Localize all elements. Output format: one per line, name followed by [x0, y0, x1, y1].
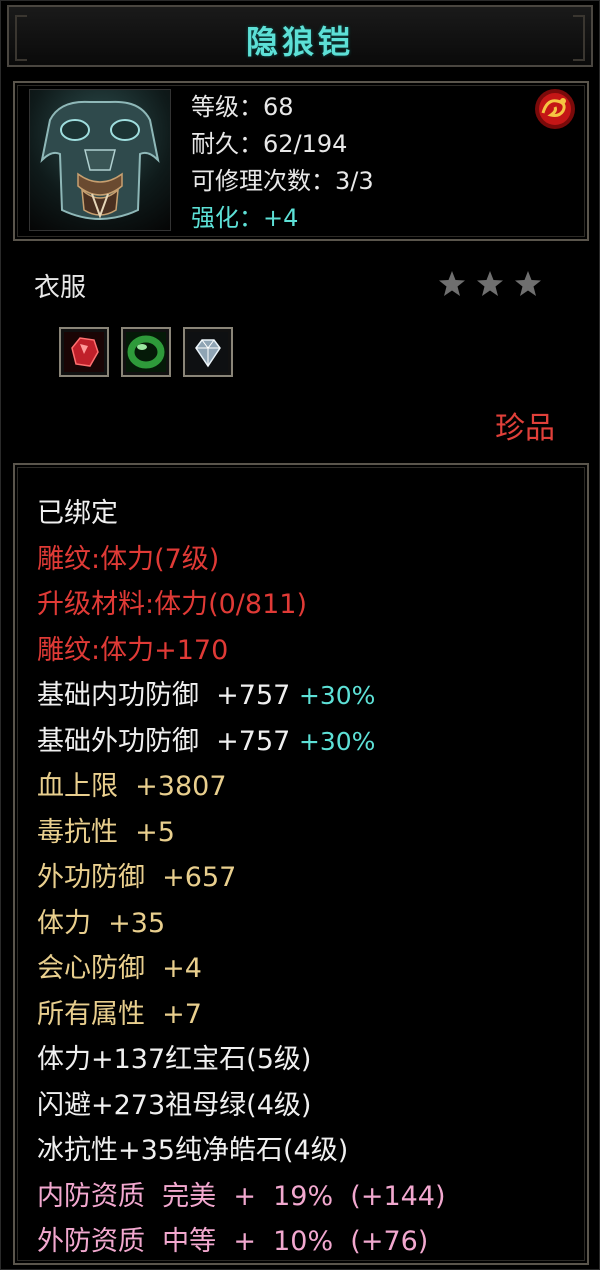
- diamond-icon: [188, 332, 228, 372]
- star-icon: [477, 271, 503, 296]
- gem-line-emerald: 闪避+273祖母绿(4级): [37, 1089, 312, 1121]
- crit-defense-line: 会心防御 +4: [37, 953, 202, 984]
- bound-status: 已绑定: [37, 498, 118, 529]
- emerald-icon: [126, 332, 166, 372]
- base-outer-defense-text: 基础外功防御 +757: [37, 725, 291, 757]
- engrave-bonus-line: 雕纹:体力+170: [37, 634, 229, 666]
- repair-count-text: 可修理次数：3/3: [191, 167, 374, 195]
- gem-line-ruby: 体力+137红宝石(5级): [37, 1044, 312, 1075]
- hp-max-line: 血上限 +3807: [37, 771, 227, 802]
- base-inner-defense-text: 基础内功防御 +757: [37, 680, 291, 711]
- level-text: 等级：68: [191, 93, 294, 121]
- item-header-panel: 等级：68 耐久：62/194 可修理次数：3/3 强化：+4: [13, 81, 589, 241]
- base-inner-defense-pct: +30%: [298, 681, 376, 710]
- star-rating: [437, 269, 543, 299]
- base-outer-defense-line: 基础外功防御 +757 +30%: [37, 719, 446, 765]
- star-icon: [439, 271, 465, 296]
- outer-defense-line: 外功防御 +657: [37, 862, 237, 893]
- item-stats: 等级：68 耐久：62/194 可修理次数：3/3 强化：+4: [191, 89, 374, 237]
- inner-quality-line: 内防资质 完美 + 19% (+144): [37, 1180, 446, 1212]
- attribute-panel: 已绑定 雕纹:体力(7级) 升级材料:体力(0/811) 雕纹:体力+170 基…: [13, 463, 589, 1265]
- item-name: 隐狼铠: [245, 23, 354, 61]
- all-attributes-line: 所有属性 +7: [37, 998, 202, 1030]
- attribute-list: 已绑定 雕纹:体力(7级) 升级材料:体力(0/811) 雕纹:体力+170 基…: [37, 491, 446, 1265]
- poison-res-line: 毒抗性 +5: [37, 816, 175, 848]
- gem-line-diamond: 冰抗性+35纯净皓石(4级): [37, 1135, 349, 1166]
- tooltip-window: 隐狼铠 等级：68 耐久：62/194 可修理次数：3/3 强化：+4 衣服 珍…: [0, 0, 600, 1270]
- socket-emerald[interactable]: [121, 327, 171, 377]
- socket-ruby[interactable]: [59, 327, 109, 377]
- enhance-text: 强化：+4: [191, 204, 299, 232]
- socket-diamond[interactable]: [183, 327, 233, 377]
- ruby-icon: [64, 332, 104, 372]
- rarity-text: 珍品: [495, 411, 555, 446]
- outer-quality-line: 外防资质 中等 + 10% (+76): [37, 1226, 429, 1257]
- stamina-line: 体力 +35: [37, 907, 166, 939]
- base-outer-defense-pct: +30%: [298, 726, 376, 756]
- dragon-gem-icon: [533, 87, 577, 131]
- base-inner-defense-line: 基础内功防御 +757 +30%: [37, 673, 446, 719]
- engrave-line: 雕纹:体力(7级): [37, 543, 220, 575]
- item-summary: 衣服 珍品: [1, 251, 600, 461]
- armor-icon: [29, 89, 171, 231]
- gem-sockets: [59, 327, 233, 377]
- upgrade-material-line: 升级材料:体力(0/811): [37, 589, 307, 620]
- durability-text: 耐久：62/194: [191, 130, 348, 158]
- title-bar: 隐狼铠: [7, 5, 593, 67]
- category-text: 衣服: [34, 273, 87, 303]
- star-icon: [515, 271, 541, 296]
